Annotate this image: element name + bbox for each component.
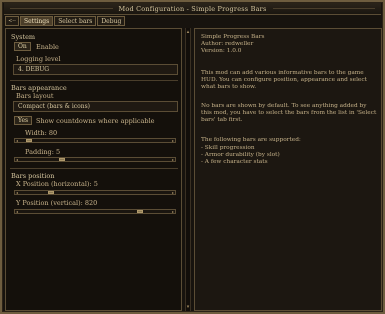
- slider-right-arrow-icon[interactable]: ▸: [171, 209, 175, 214]
- appearance-section-title: Bars appearance: [11, 84, 67, 92]
- bars-layout-field[interactable]: Compact (bars & icons): [13, 101, 178, 112]
- section-divider: [10, 168, 178, 169]
- slider-right-arrow-icon[interactable]: ▸: [171, 190, 175, 195]
- supported-bar-item: - A few character stats: [201, 159, 268, 165]
- bars-layout-label: Bars layout: [16, 92, 54, 100]
- logging-level-field[interactable]: 4. DEBUG: [13, 64, 178, 75]
- scroll-up-icon[interactable]: ▴: [186, 29, 190, 35]
- scroll-down-icon[interactable]: ▾: [186, 304, 190, 310]
- supported-bars-heading: The following bars are supported:: [201, 137, 301, 143]
- y-position-label: Y Position (vertical): 820: [16, 199, 98, 207]
- tab-settings[interactable]: Settings: [20, 16, 54, 26]
- slider-right-arrow-icon[interactable]: ▸: [171, 138, 175, 143]
- slider-right-arrow-icon[interactable]: ▸: [171, 157, 175, 162]
- enable-toggle[interactable]: On: [14, 42, 31, 51]
- width-label: Width: 80: [25, 129, 58, 137]
- padding-slider-thumb[interactable]: [59, 158, 66, 161]
- x-position-label: X Position (horizontal): 5: [16, 180, 98, 188]
- tab-bar: <-- Settings Select bars Debug: [5, 16, 126, 26]
- enable-label: Enable: [36, 43, 59, 51]
- title-ornament-left: [10, 8, 113, 9]
- info-pane: Simple Progress Bars Author: redweller V…: [194, 28, 382, 311]
- back-button[interactable]: <--: [5, 16, 19, 26]
- mod-version: Version: 1.0.0: [201, 48, 242, 54]
- tab-debug[interactable]: Debug: [97, 16, 126, 26]
- width-slider[interactable]: ◂ ▸: [14, 138, 176, 143]
- title-ornament-right: [272, 8, 375, 9]
- window-title: Mod Configuration - Simple Progress Bars: [118, 4, 267, 13]
- slider-left-arrow-icon[interactable]: ◂: [15, 157, 19, 162]
- slider-left-arrow-icon[interactable]: ◂: [15, 190, 19, 195]
- pane-scrollbar[interactable]: ▴ ▾: [185, 28, 191, 311]
- system-section-title: System: [11, 33, 36, 41]
- mod-config-window: Mod Configuration - Simple Progress Bars…: [0, 0, 385, 314]
- title-bar: Mod Configuration - Simple Progress Bars: [4, 3, 381, 15]
- tab-select-bars[interactable]: Select bars: [54, 16, 97, 26]
- section-divider: [10, 80, 178, 81]
- y-position-slider-thumb[interactable]: [137, 210, 144, 213]
- logging-level-label: Logging level: [16, 55, 61, 63]
- x-position-slider-thumb[interactable]: [47, 191, 54, 194]
- countdown-toggle[interactable]: Yes: [14, 116, 33, 125]
- position-section-title: Bars position: [11, 172, 55, 180]
- description-paragraph: This mod can add various informative bar…: [201, 70, 367, 91]
- countdown-label: Show countdowns where applicable: [36, 117, 155, 125]
- padding-slider[interactable]: ◂ ▸: [14, 157, 176, 162]
- x-position-slider[interactable]: ◂ ▸: [14, 190, 176, 195]
- y-position-slider[interactable]: ◂ ▸: [14, 209, 176, 214]
- padding-label: Padding: 5: [25, 148, 61, 156]
- default-bars-paragraph: No bars are shown by default. To see any…: [201, 103, 377, 124]
- settings-pane[interactable]: System On Enable Logging level 4. DEBUG …: [5, 28, 182, 311]
- slider-left-arrow-icon[interactable]: ◂: [15, 138, 19, 143]
- width-slider-thumb[interactable]: [26, 139, 33, 142]
- slider-left-arrow-icon[interactable]: ◂: [15, 209, 19, 214]
